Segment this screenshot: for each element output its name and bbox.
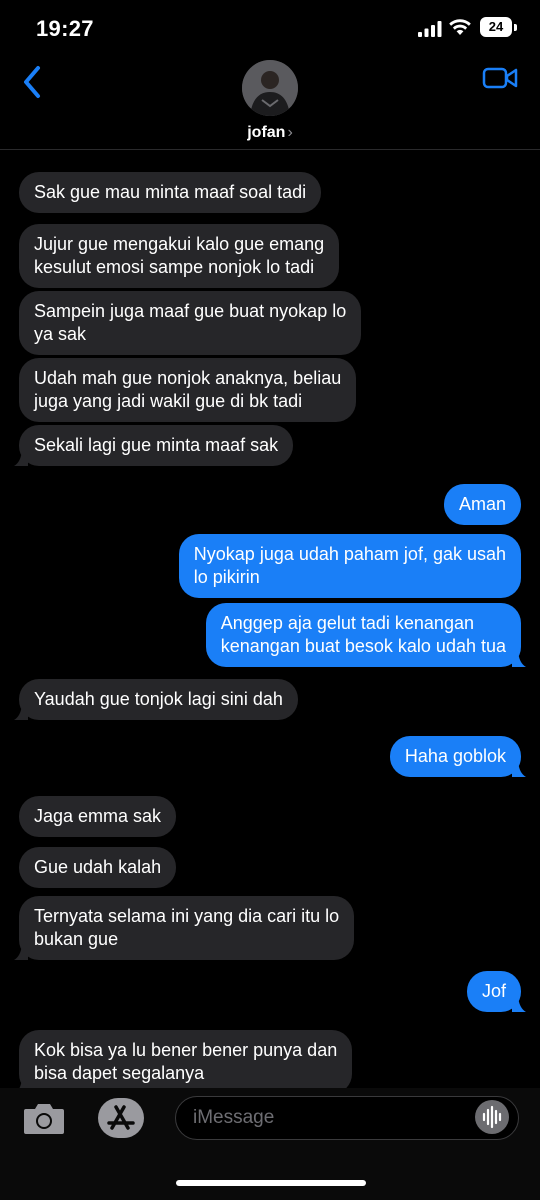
battery-nub: [514, 24, 517, 31]
message-input-placeholder: iMessage: [193, 1107, 275, 1128]
audio-message-button[interactable]: [475, 1100, 509, 1134]
status-bar: 19:27 24: [0, 0, 540, 58]
conversation-header: jofan ›: [0, 58, 540, 150]
message-input[interactable]: iMessage: [175, 1096, 519, 1140]
message-bubble-incoming[interactable]: Ternyata selama ini yang dia cari itu lo…: [14, 896, 355, 960]
person-photo-icon: [242, 60, 298, 116]
battery-icon: 24: [480, 17, 512, 37]
message-bubble-incoming[interactable]: Jaga emma sak: [19, 796, 177, 837]
app-store-icon[interactable]: [96, 1098, 146, 1138]
message-bubble-incoming[interactable]: Udah mah gue nonjok anaknya, beliau juga…: [19, 358, 357, 422]
message-bubble-incoming[interactable]: Sak gue mau minta maaf soal tadi: [19, 172, 322, 213]
message-bubble-incoming[interactable]: Gue udah kalah: [19, 847, 177, 888]
contact-avatar[interactable]: [242, 60, 298, 116]
contact-name[interactable]: jofan ›: [0, 124, 540, 142]
message-bubble-outgoing[interactable]: Anggep aja gelut tadi kenangan kenangan …: [205, 603, 526, 667]
bubble-tail-icon: [512, 651, 526, 667]
bubble-tail-icon: [512, 996, 526, 1012]
wifi-icon: [449, 19, 471, 35]
message-bubble-incoming[interactable]: Sekali lagi gue minta maaf sak: [14, 425, 294, 466]
status-time: 19:27: [36, 16, 94, 41]
message-bubble-outgoing[interactable]: Jof: [466, 971, 526, 1012]
bubble-tail-icon: [14, 450, 28, 466]
cellular-signal-icon: [418, 21, 442, 37]
bubble-tail-icon: [19, 1078, 28, 1088]
message-bubble-outgoing[interactable]: Haha goblok: [389, 736, 526, 777]
message-bubble-incoming[interactable]: Kok bisa ya lu bener bener punya dan bis…: [19, 1030, 353, 1088]
battery-level: 24: [488, 19, 504, 34]
message-bubble-incoming[interactable]: Yaudah gue tonjok lagi sini dah: [14, 679, 298, 720]
back-chevron-icon[interactable]: [18, 62, 48, 102]
message-bubble-incoming[interactable]: Sampein juga maaf gue buat nyokap lo ya …: [19, 291, 362, 355]
bubble-tail-icon: [14, 704, 28, 720]
chevron-right-icon: ›: [287, 124, 293, 141]
contact-name-label: jofan: [247, 124, 286, 141]
message-bubble-outgoing[interactable]: Aman: [443, 484, 521, 525]
bubble-tail-icon: [512, 761, 526, 777]
message-bubble-outgoing[interactable]: Nyokap juga udah paham jof, gak usah lo …: [178, 534, 521, 598]
waveform-icon: [482, 1105, 502, 1129]
bubble-tail-icon: [14, 944, 28, 960]
message-list[interactable]: Sak gue mau minta maaf soal tadi Jujur g…: [0, 150, 540, 1088]
video-call-icon[interactable]: [482, 64, 518, 92]
home-indicator[interactable]: [176, 1180, 366, 1186]
camera-icon[interactable]: [22, 1100, 66, 1136]
message-bubble-incoming[interactable]: Jujur gue mengakui kalo gue emang kesulu…: [19, 224, 340, 288]
